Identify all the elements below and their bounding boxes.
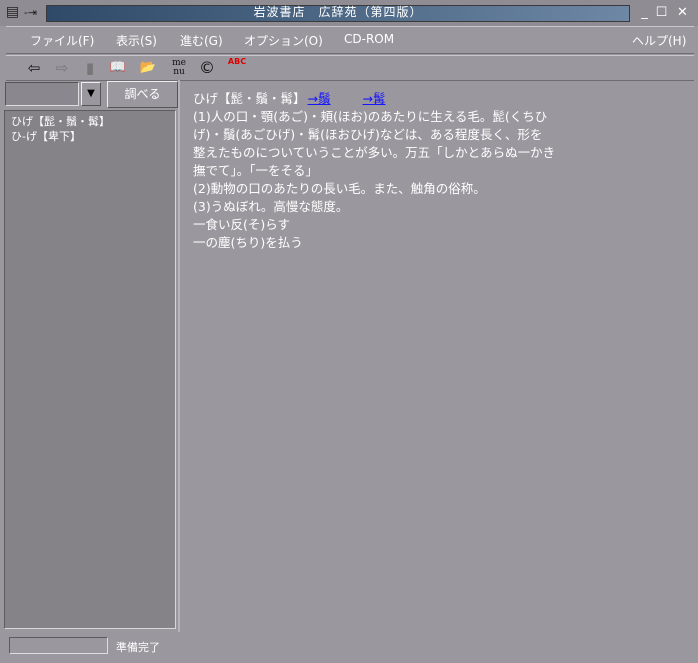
entry-line: (1)人の口・顎(あご)・頬(ほお)のあたりに生える毛。髭(くちひ	[193, 109, 548, 124]
book-icon[interactable]: 📖	[107, 57, 129, 79]
list-item[interactable]: ひ-げ【卑下】	[11, 130, 81, 144]
pane-divider[interactable]	[178, 80, 180, 632]
status-text: 準備完了	[116, 641, 160, 654]
entry-content: ひげ【髭・鬚・髯】 →鬚 →髯 (1)人の口・顎(あご)・頬(ほお)のあたりに生える…	[193, 90, 673, 252]
maximize-icon[interactable]: ☐	[653, 4, 670, 21]
entry-line: 整えたものについていうことが多い。万五「しかとあらぬ一かき	[193, 145, 556, 160]
open-folder-icon[interactable]: 📂	[137, 57, 159, 79]
link-hige-2[interactable]: →髯	[363, 91, 386, 106]
entry-line: げ)・鬚(あごひげ)・髯(ほおひげ)などは、ある程度長く、形を	[193, 127, 543, 142]
copyright-icon[interactable]: ©	[196, 57, 218, 79]
menu-options[interactable]: オプション(O)	[244, 32, 323, 49]
entry-line: 撫でて」。「一をそる」	[193, 163, 319, 178]
entry-line: 一食い反(そ)らす	[193, 217, 291, 232]
toolbar: ⇦ ⇨ ▮ 📖 📂 me nu © ABC	[6, 55, 694, 81]
back-arrow-icon[interactable]: ⇦	[23, 57, 45, 79]
menu-cdrom[interactable]: CD-ROM	[344, 32, 394, 46]
progress-box	[9, 637, 108, 654]
menu-bar: ファイル(F) 表示(S) 進む(G) オプション(O) CD-ROM ヘルプ(…	[6, 26, 694, 54]
app-window: ▤ -⇥ 岩波書店 広辞苑（第四版） _ ☐ ✕ ファイル(F) 表示(S) 進…	[0, 0, 698, 663]
minimize-icon[interactable]: _	[636, 4, 653, 21]
entry-line: (2)動物の口のあたりの長い毛。また、触角の俗称。	[193, 181, 486, 196]
close-icon[interactable]: ✕	[674, 4, 691, 21]
menu-file[interactable]: ファイル(F)	[30, 32, 94, 49]
menu-icon[interactable]: me nu	[166, 57, 192, 81]
search-input[interactable]	[5, 82, 79, 106]
bookmark-icon[interactable]: ▮	[79, 57, 101, 79]
link-hige-1[interactable]: →鬚	[308, 91, 331, 106]
list-item[interactable]: ひげ【髭・鬚・髯】	[11, 115, 110, 129]
menu-go[interactable]: 進む(G)	[180, 32, 223, 49]
entry-line: 一の塵(ちり)を払う	[193, 235, 303, 250]
dropdown-arrow-icon[interactable]: ▼	[81, 82, 101, 106]
entry-heading-line: ひげ【髭・鬚・髯】 →鬚 →髯	[193, 90, 673, 108]
search-button[interactable]: 調べる	[107, 81, 178, 108]
menu-view[interactable]: 表示(S)	[116, 32, 157, 49]
title-bar[interactable]: ▤ -⇥ 岩波書店 広辞苑（第四版） _ ☐ ✕	[0, 0, 698, 26]
forward-arrow-icon[interactable]: ⇨	[51, 57, 73, 79]
entry-line: (3)うぬぼれ。高慢な態度。	[193, 199, 349, 214]
pin-icon[interactable]: -⇥	[22, 4, 39, 21]
result-list[interactable]: ひげ【髭・鬚・髯】 ひ-げ【卑下】	[4, 110, 176, 629]
app-menu-icon[interactable]: ▤	[4, 4, 21, 21]
window-title: 岩波書店 広辞苑（第四版）	[253, 5, 423, 19]
entry-headword: ひげ【髭・鬚・髯】	[193, 91, 306, 106]
menu-help[interactable]: ヘルプ(H)	[632, 32, 686, 49]
spell-check-icon[interactable]: ABC	[224, 57, 250, 79]
